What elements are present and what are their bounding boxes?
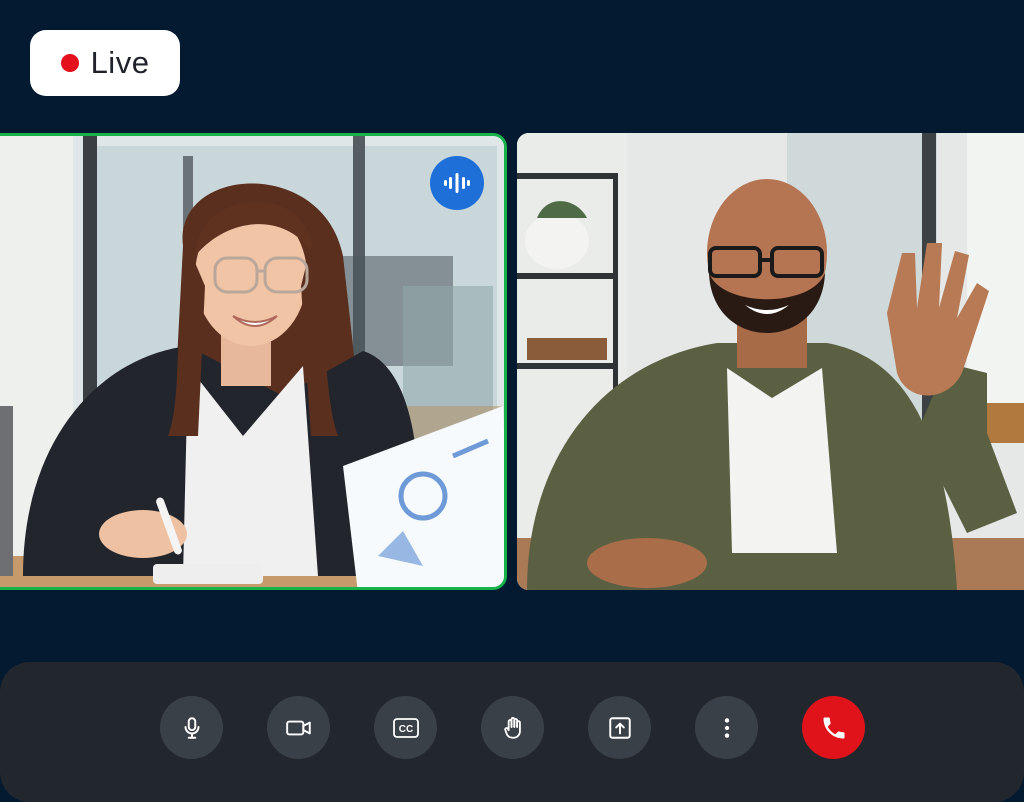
microphone-button[interactable]: [160, 696, 223, 759]
more-options-button[interactable]: [695, 696, 758, 759]
call-control-bar: CC: [0, 662, 1024, 802]
participant-1-video: [0, 136, 504, 587]
live-label: Live: [90, 45, 150, 80]
captions-button[interactable]: CC: [374, 696, 437, 759]
share-screen-button[interactable]: [588, 696, 651, 759]
participant-2-video: [517, 133, 1024, 590]
raise-hand-button[interactable]: [481, 696, 544, 759]
microphone-icon: [179, 715, 205, 741]
video-camera-icon: [285, 715, 313, 741]
participant-tile-1[interactable]: [0, 133, 507, 590]
more-vertical-icon: [714, 715, 740, 741]
call-controls: CC: [160, 696, 865, 759]
camera-button[interactable]: [267, 696, 330, 759]
live-status-badge: Live: [30, 30, 180, 96]
share-screen-icon: [607, 715, 633, 741]
speaking-indicator: [430, 156, 484, 210]
participant-tile-2[interactable]: [517, 133, 1024, 590]
end-call-button[interactable]: [802, 696, 865, 759]
audio-wave-icon: [443, 171, 471, 195]
closed-captions-icon: CC: [392, 716, 420, 740]
phone-hangup-icon: [820, 714, 848, 742]
hand-icon: [500, 715, 526, 741]
captions-label: CC: [398, 724, 412, 735]
live-indicator-dot: [60, 54, 79, 72]
